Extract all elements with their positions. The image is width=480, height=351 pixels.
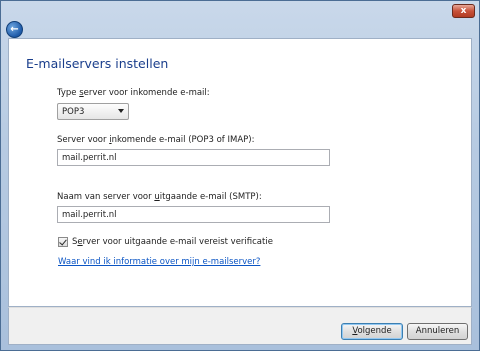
next-button[interactable]: Volgende: [341, 323, 403, 340]
cancel-button[interactable]: Annuleren: [407, 323, 468, 340]
auth-required-checkbox[interactable]: [58, 237, 68, 247]
outgoing-server-input[interactable]: mail.perrit.nl: [57, 206, 330, 223]
incoming-server-label: Server voor inkomende e-mail (POP3 of IM…: [57, 135, 255, 145]
incoming-type-label: Type server voor inkomende e-mail:: [57, 88, 210, 98]
auth-required-label[interactable]: Server voor uitgaande e-mail vereist ver…: [72, 237, 273, 247]
dialog-window: x ←: [0, 0, 480, 351]
chevron-down-icon: [118, 109, 124, 113]
close-button[interactable]: x: [452, 4, 475, 18]
incoming-type-select[interactable]: POP3: [57, 103, 129, 120]
incoming-server-input[interactable]: mail.perrit.nl: [57, 149, 330, 166]
close-icon: x: [460, 6, 467, 16]
help-link[interactable]: Waar vind ik informatie over mijn e-mail…: [58, 257, 260, 267]
checkmark-icon: [59, 237, 67, 246]
title-bar: [1, 1, 479, 39]
page-title: E-mailservers instellen: [26, 56, 169, 71]
back-arrow-icon[interactable]: ←: [6, 21, 23, 38]
outgoing-server-label: Naam van server voor uitgaande e-mail (S…: [57, 192, 262, 202]
